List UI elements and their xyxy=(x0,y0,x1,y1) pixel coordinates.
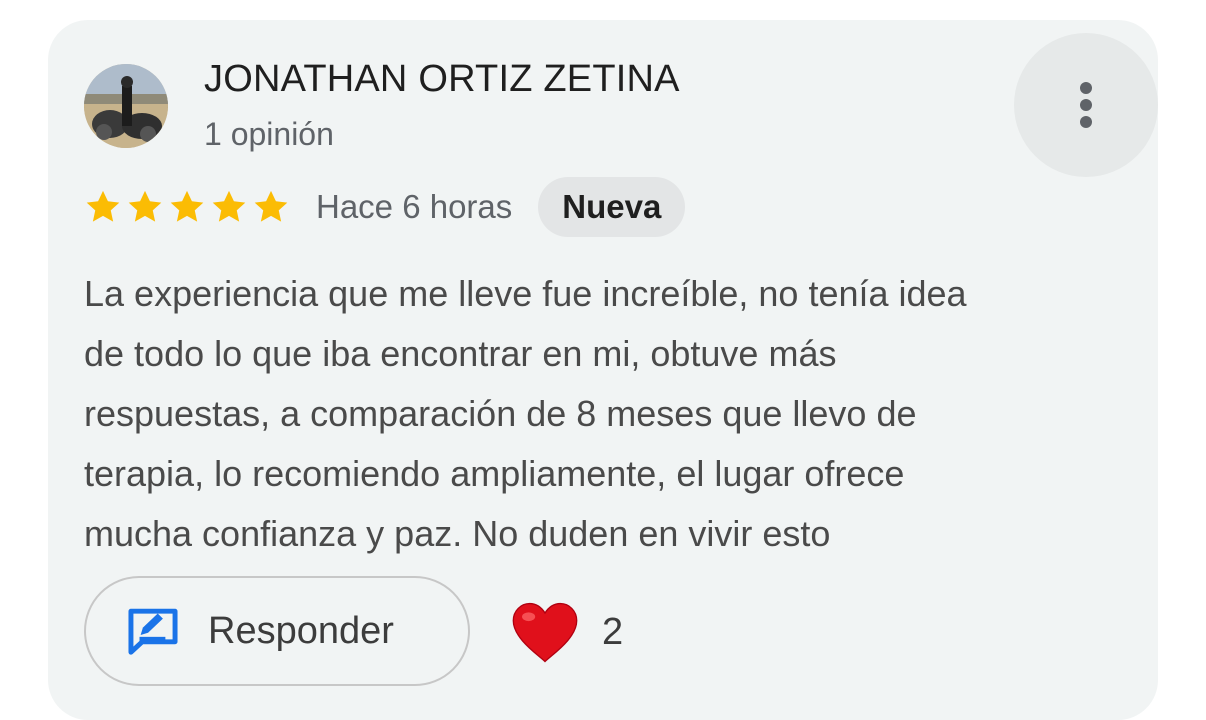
heart-reaction[interactable]: 2 xyxy=(510,598,623,666)
review-text-line: La experiencia que me lleve fue increíbl… xyxy=(84,273,967,314)
star-icon xyxy=(170,190,204,222)
reply-edit-icon xyxy=(128,608,178,655)
review-text-line: terapia, lo recomiendo ampliamente, el l… xyxy=(84,453,905,494)
author-review-count: 1 opinión xyxy=(204,116,334,152)
new-badge: Nueva xyxy=(538,177,686,237)
review-text-line: respuestas, a comparación de 8 meses que… xyxy=(84,393,917,434)
star-icon xyxy=(128,190,162,222)
review-time: Hace 6 horas xyxy=(316,188,513,225)
star-icon xyxy=(86,190,120,222)
more-vert-icon-dot xyxy=(1080,116,1092,128)
reply-button[interactable]: Responder xyxy=(84,576,470,686)
more-vert-icon xyxy=(1080,82,1092,94)
reply-button-label: Responder xyxy=(208,609,394,652)
review-text: La experiencia que me lleve fue increíbl… xyxy=(84,264,1124,564)
avatar-photo xyxy=(84,64,168,148)
author-avatar[interactable] xyxy=(84,64,168,148)
review-card: JONATHAN ORTIZ ZETINA 1 opinión Hace 6 h… xyxy=(48,20,1158,720)
review-text-line: de todo lo que iba encontrar en mi, obtu… xyxy=(84,333,837,374)
more-vert-icon-dot xyxy=(1080,99,1092,111)
star-rating xyxy=(84,188,290,226)
star-icon xyxy=(254,190,288,222)
reaction-count: 2 xyxy=(602,610,624,653)
heart-icon xyxy=(512,602,578,663)
rating-row: Hace 6 horas Nueva xyxy=(84,177,686,237)
star-icon xyxy=(212,190,246,222)
more-options-button[interactable] xyxy=(1014,33,1158,177)
author-name[interactable]: JONATHAN ORTIZ ZETINA xyxy=(204,58,680,101)
review-text-line: mucha confianza y paz. No duden en vivir… xyxy=(84,513,831,554)
